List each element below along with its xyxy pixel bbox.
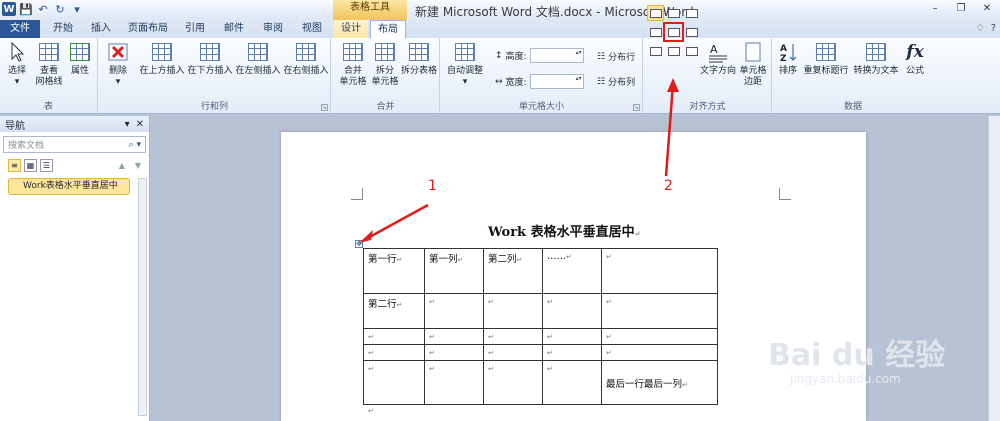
arrowhead-1-icon bbox=[359, 230, 373, 243]
annotation-arrow-2 bbox=[664, 83, 675, 177]
annotation-label-1: 1 bbox=[428, 178, 437, 194]
baidu-watermark-url: jingyan.baidu.com bbox=[790, 372, 901, 386]
baidu-watermark: Bai du 经验 bbox=[768, 338, 946, 373]
arrowhead-2-icon bbox=[667, 78, 679, 92]
annotation-label-2: 2 bbox=[664, 178, 673, 194]
annotation-arrow-1 bbox=[363, 203, 429, 242]
